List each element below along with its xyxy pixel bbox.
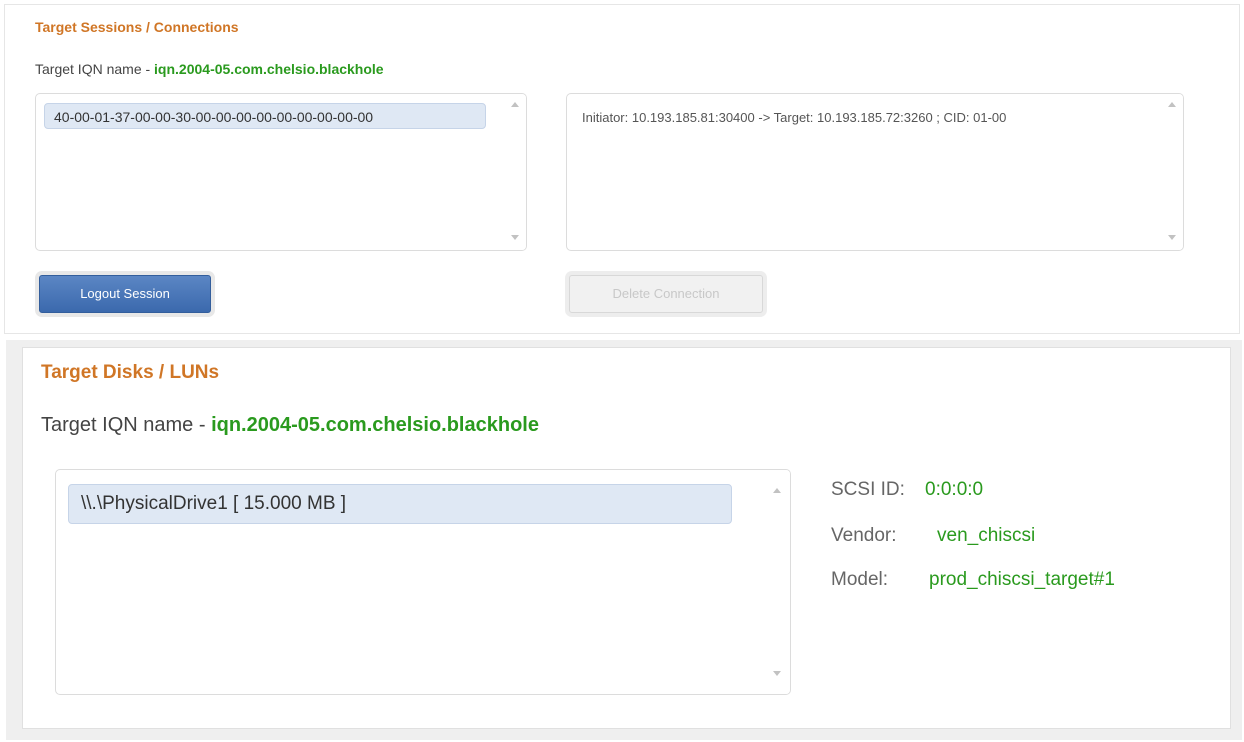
disks-iqn-line: Target IQN name - iqn.2004-05.com.chelsi… [41, 414, 539, 437]
sessions-iqn-line: Target IQN name - iqn.2004-05.com.chelsi… [35, 61, 384, 77]
model-value: prod_chiscsi_target#1 [929, 569, 1115, 590]
disks-listbox[interactable]: \\.\PhysicalDrive1 [ 15.000 MB ] [55, 469, 791, 695]
disks-iqn-value: iqn.2004-05.com.chelsio.blackhole [211, 414, 539, 436]
delete-connection-button[interactable]: Delete Connection [569, 275, 763, 313]
model-label: Model: [831, 569, 889, 590]
disk-item[interactable]: \\.\PhysicalDrive1 [ 15.000 MB ] [68, 484, 732, 524]
sessions-title: Target Sessions / Connections [35, 19, 239, 35]
disks-scrollbar[interactable] [764, 470, 790, 694]
scroll-up-icon[interactable] [1168, 102, 1176, 107]
connections-listbox[interactable]: Initiator: 10.193.185.81:30400 -> Target… [566, 93, 1184, 251]
connection-item[interactable]: Initiator: 10.193.185.81:30400 -> Target… [582, 110, 1006, 125]
session-item[interactable]: 40-00-01-37-00-00-30-00-00-00-00-00-00-0… [44, 103, 486, 129]
vendor-value: ven_chiscsi [937, 525, 1036, 546]
sessions-panel: Target Sessions / Connections Target IQN… [4, 4, 1240, 334]
logout-session-button[interactable]: Logout Session [39, 275, 211, 313]
connections-scrollbar[interactable] [1161, 94, 1183, 250]
scroll-down-icon[interactable] [1168, 235, 1176, 240]
scroll-up-icon[interactable] [773, 488, 781, 493]
scroll-up-icon[interactable] [511, 102, 519, 107]
scroll-down-icon[interactable] [773, 671, 781, 676]
sessions-listbox[interactable]: 40-00-01-37-00-00-30-00-00-00-00-00-00-0… [35, 93, 527, 251]
scsi-id-label: SCSI ID: [831, 479, 905, 500]
sessions-iqn-value: iqn.2004-05.com.chelsio.blackhole [154, 61, 384, 77]
sessions-iqn-label: Target IQN name - [35, 61, 155, 77]
scsi-id-value: 0:0:0:0 [925, 479, 984, 500]
disks-panel: Target Disks / LUNs Target IQN name - iq… [22, 347, 1231, 729]
sessions-scrollbar[interactable] [504, 94, 526, 250]
vendor-label: Vendor: [831, 525, 897, 546]
scroll-down-icon[interactable] [511, 235, 519, 240]
disks-title: Target Disks / LUNs [41, 362, 220, 383]
disks-iqn-label: Target IQN name - [41, 414, 212, 436]
